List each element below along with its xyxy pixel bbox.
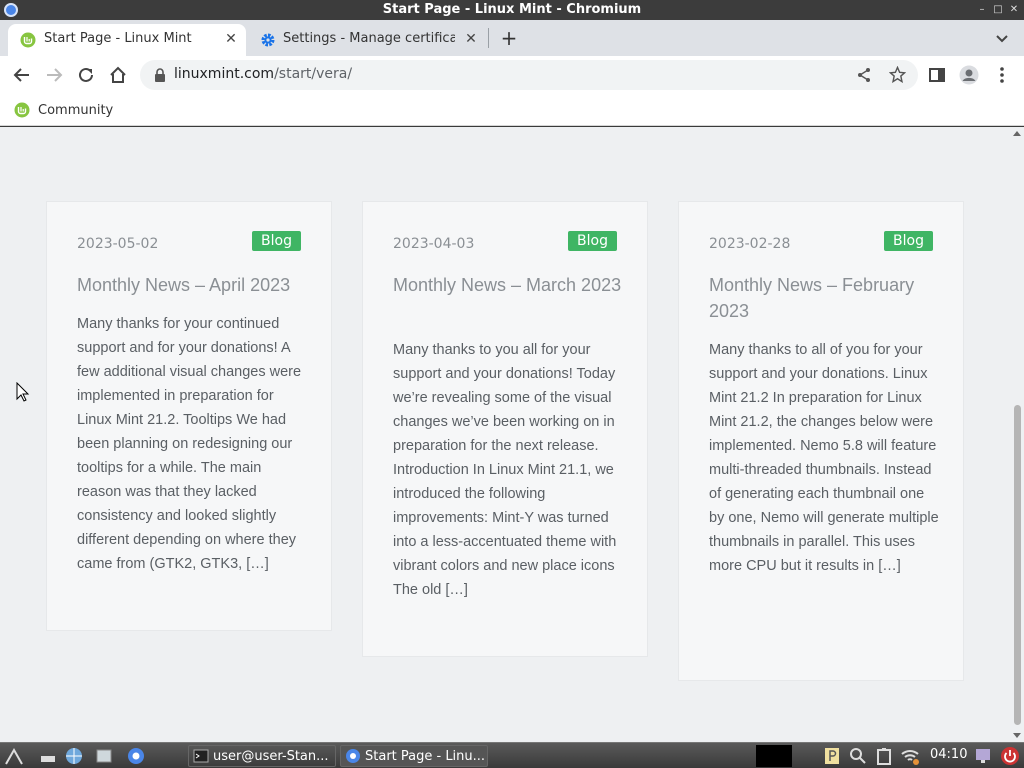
bookmarks-bar: Community xyxy=(0,94,1024,126)
task-label: Start Page - Linu... xyxy=(365,748,486,764)
chromium-icon xyxy=(346,749,360,763)
power-icon[interactable] xyxy=(1000,746,1020,766)
close-tab-icon[interactable]: ✕ xyxy=(462,30,480,48)
lock-icon[interactable] xyxy=(154,68,166,82)
post-date: 2023-05-02 xyxy=(77,236,159,252)
taskbar-task-chromium[interactable]: Start Page - Linu... xyxy=(340,745,488,767)
post-excerpt: Many thanks for your continued support a… xyxy=(77,316,302,572)
post-title[interactable]: Monthly News – April 2023 xyxy=(77,272,307,298)
post-date: 2023-04-03 xyxy=(393,236,475,252)
tab-settings[interactable]: Settings - Manage certifica ✕ xyxy=(248,24,486,56)
profile-button[interactable] xyxy=(958,64,980,86)
browser-toolbar: linuxmint.com/start/vera/ xyxy=(0,56,1024,94)
news-card[interactable]: 2023-04-03 Blog Monthly News – March 202… xyxy=(362,201,648,657)
post-date: 2023-02-28 xyxy=(709,236,791,252)
post-excerpt: Many thanks to you all for your support … xyxy=(393,342,617,598)
chromium-icon[interactable] xyxy=(126,746,146,766)
linux-mint-icon xyxy=(14,102,30,118)
chevron-down-icon[interactable] xyxy=(992,30,1012,48)
file-manager-icon[interactable] xyxy=(94,746,114,766)
bookmark-community[interactable]: Community xyxy=(14,99,113,121)
url-path: /start/vera/ xyxy=(274,66,353,82)
url-text: linuxmint.com/start/vera/ xyxy=(174,66,352,82)
taskbar-task-terminal[interactable]: user@user-Stan... xyxy=(188,745,336,767)
avatar-icon xyxy=(959,65,979,85)
maximize-button[interactable]: □ xyxy=(991,3,1005,17)
address-bar[interactable]: linuxmint.com/start/vera/ xyxy=(140,60,918,90)
window-title: Start Page - Linux Mint - Chromium xyxy=(382,2,642,17)
close-window-button[interactable]: ✕ xyxy=(1007,3,1021,17)
url-host: linuxmint.com xyxy=(174,66,275,82)
tab-label: Settings - Manage certifica xyxy=(283,31,455,46)
side-panel-icon xyxy=(929,68,945,82)
reload-button[interactable] xyxy=(75,64,97,86)
tab-start-page[interactable]: Start Page - Linux Mint ✕ xyxy=(8,24,246,56)
task-label: user@user-Stan... xyxy=(213,748,329,764)
page-scrollbar[interactable] xyxy=(1010,127,1024,742)
tab-strip: Start Page - Linux Mint ✕ Settings - Man… xyxy=(0,20,1024,56)
gear-icon xyxy=(261,33,275,47)
magnifier-icon[interactable] xyxy=(848,746,868,766)
show-desktop-icon[interactable] xyxy=(38,746,58,766)
linux-mint-icon xyxy=(20,32,36,48)
bookmark-label: Community xyxy=(38,102,114,118)
close-tab-icon[interactable]: ✕ xyxy=(222,30,240,48)
forward-button[interactable] xyxy=(43,64,65,86)
taskbar: user@user-Stan... Start Page - Linu... 0… xyxy=(0,742,1024,768)
globe-icon[interactable] xyxy=(64,746,84,766)
clipboard-p-icon[interactable] xyxy=(822,746,842,766)
terminal-icon xyxy=(193,749,209,763)
side-panel-button[interactable] xyxy=(926,64,948,86)
scroll-down-icon[interactable] xyxy=(1013,733,1021,738)
window-titlebar: Start Page - Linux Mint - Chromium – □ ✕ xyxy=(0,0,1024,20)
post-title[interactable]: Monthly News – March 2023 xyxy=(393,272,623,298)
new-tab-button[interactable]: + xyxy=(498,28,520,50)
taskbar-clock[interactable]: 04:10 xyxy=(930,747,967,762)
mouse-cursor-icon xyxy=(16,382,30,402)
home-button[interactable] xyxy=(107,64,129,86)
back-button[interactable] xyxy=(11,64,33,86)
arrow-right-icon xyxy=(47,68,63,82)
network-icon[interactable] xyxy=(900,746,920,766)
share-icon[interactable] xyxy=(856,67,872,83)
page-content: 2023-05-02 Blog Monthly News – April 202… xyxy=(0,127,1010,742)
reload-icon xyxy=(79,67,93,82)
home-icon xyxy=(110,66,126,83)
menu-button[interactable] xyxy=(991,64,1013,86)
kebab-menu-icon xyxy=(1000,67,1004,83)
arrow-left-icon xyxy=(13,68,29,82)
scroll-thumb[interactable] xyxy=(1014,405,1021,725)
tab-label: Start Page - Linux Mint xyxy=(44,31,192,46)
blog-badge[interactable]: Blog xyxy=(884,231,933,251)
display-icon[interactable] xyxy=(973,746,993,766)
news-card[interactable]: 2023-05-02 Blog Monthly News – April 202… xyxy=(46,201,332,631)
star-icon[interactable] xyxy=(889,66,906,83)
blog-badge[interactable]: Blog xyxy=(568,231,617,251)
minimize-button[interactable]: – xyxy=(975,3,989,17)
news-card[interactable]: 2023-02-28 Blog Monthly News – February … xyxy=(678,201,964,681)
start-menu-icon[interactable] xyxy=(4,746,24,766)
scroll-up-icon[interactable] xyxy=(1013,131,1021,136)
tray-black-box xyxy=(756,745,792,767)
post-excerpt: Many thanks to all of you for your suppo… xyxy=(709,342,939,574)
battery-icon[interactable] xyxy=(874,746,894,766)
blog-badge[interactable]: Blog xyxy=(252,231,301,251)
post-title[interactable]: Monthly News – February 2023 xyxy=(709,272,939,324)
tab-separator xyxy=(488,28,489,48)
